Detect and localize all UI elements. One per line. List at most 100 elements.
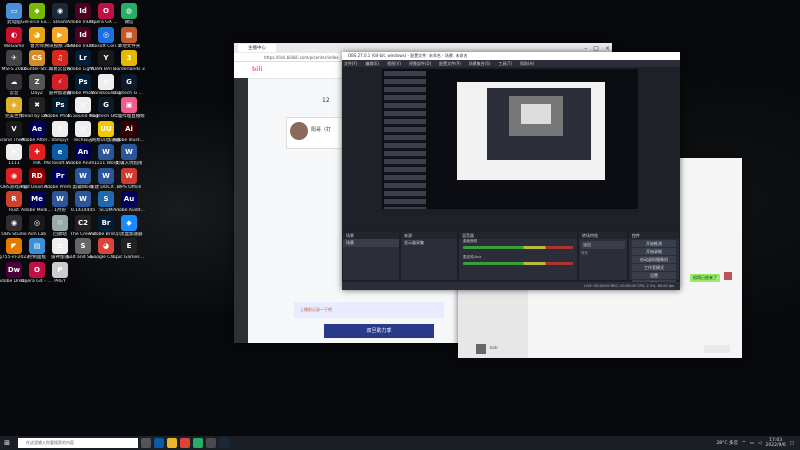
desktop-icon[interactable]: Au Adobe Audit...	[113, 191, 145, 215]
app-icon: ▦	[121, 26, 137, 43]
app-icon: C2	[75, 214, 91, 231]
wechat-taskbar-icon[interactable]	[193, 438, 203, 448]
scenes-panel[interactable]: 场景 场景	[342, 231, 400, 281]
close-icon[interactable]: ×	[605, 45, 610, 52]
desktop-icon[interactable]: ◍ 微信	[117, 3, 141, 27]
volume-meter-2[interactable]	[463, 262, 573, 265]
clock[interactable]: 17:03 2022/9/6	[766, 438, 786, 448]
notification-icon[interactable]: ▢	[790, 441, 794, 446]
desktop-icon-label: Adobe Illustrat...	[113, 137, 145, 143]
obs-menu-item[interactable]: 场景集合(S)	[469, 61, 491, 66]
chrome-taskbar-icon[interactable]	[180, 438, 190, 448]
live-banner: 上播前记录一下吧	[294, 302, 444, 318]
desktop-icon[interactable]: ▦ 本地文件夹	[117, 26, 141, 51]
obs-window[interactable]: OBS 27.0.1 (64-bit, windows) - 配置文件: 未命名…	[342, 52, 680, 290]
obs-control-button[interactable]: 工作室模式	[632, 264, 676, 271]
obs-preview[interactable]	[382, 69, 638, 215]
app-icon: Ps	[75, 73, 91, 90]
app-icon: S	[98, 191, 114, 207]
app-icon: G	[98, 97, 114, 113]
app-icon: ✈	[6, 50, 22, 66]
desktop-icon[interactable]: ◆ 小黑盒加速器	[116, 214, 143, 239]
minimize-icon[interactable]: –	[584, 45, 587, 52]
desktop-icon[interactable]: 3 Borderlands 3	[113, 50, 145, 74]
app-icon: Dw	[6, 261, 22, 278]
desktop-icon[interactable]: P PREY	[48, 261, 72, 286]
app-icon: G	[121, 73, 137, 90]
app-icon: ▤	[29, 238, 45, 254]
app-icon: ◆	[29, 3, 45, 19]
maximize-icon[interactable]: □	[593, 45, 599, 52]
app-icon: Ps	[52, 97, 68, 113]
obs-taskbar-icon[interactable]	[206, 438, 216, 448]
obs-menu-item[interactable]: 编辑(E)	[365, 61, 379, 66]
app-icon: UU	[98, 120, 114, 137]
app-icon: An	[75, 144, 91, 160]
explorer-taskbar-icon[interactable]	[167, 438, 177, 448]
app-icon: O	[98, 3, 114, 19]
app-icon: Ai	[121, 120, 137, 137]
edge-taskbar-icon[interactable]	[154, 438, 164, 448]
app-icon: P	[52, 261, 68, 278]
chat-contact-row[interactable]: bob	[476, 343, 528, 355]
app-icon: RD	[29, 167, 45, 184]
app-icon: ◈	[6, 97, 22, 113]
obs-menu-item[interactable]: 工具(T)	[498, 61, 512, 66]
chat-avatar	[724, 272, 732, 280]
browser-tab[interactable]: 主播中心	[238, 44, 276, 52]
obs-control-button[interactable]: 开始录制	[632, 248, 676, 255]
desktop-icon[interactable]: ▣ 哔哩哔哩直播姬	[113, 97, 145, 121]
obs-control-button[interactable]: 开始推流	[632, 240, 676, 247]
search-placeholder: 在这里输入你要搜索的内容	[26, 440, 74, 445]
obs-control-button[interactable]: 启动虚拟摄像机	[632, 256, 676, 263]
streamer-card: 阳哥（打	[286, 117, 348, 149]
app-icon: Id	[75, 3, 91, 19]
app-icon: ◎	[29, 214, 45, 231]
app-icon: ✚	[29, 144, 45, 160]
app-icon: ≡	[98, 73, 114, 90]
obs-menubar[interactable]: 文件(F) 编辑(E) 视图(V) 停靠部件(D) 配置文件(P) 场景集合(S) 工具(T…	[342, 60, 680, 67]
app-icon: Me	[29, 191, 45, 207]
transitions-panel[interactable]: 转场特效 淡出 时长	[578, 231, 628, 281]
desktop-icon-label: Adobe Audit...	[113, 208, 145, 213]
obs-menu-item[interactable]: 视图(V)	[387, 61, 401, 66]
app-icon: Id	[75, 26, 91, 43]
chevron-up-icon[interactable]: ^	[742, 441, 746, 446]
volume-meter-1[interactable]	[463, 246, 573, 249]
desktop-icon[interactable]: AiAdobe Illustrat...	[113, 120, 145, 145]
start-button[interactable]: ⊞	[0, 436, 14, 450]
app-icon: R	[6, 191, 22, 207]
obs-menu-item[interactable]: 停靠部件(D)	[409, 61, 431, 66]
desktop-icon[interactable]: G Logitech G HUB	[113, 73, 145, 98]
app-icon: ◕	[98, 238, 114, 254]
volume-icon[interactable]: ◁	[758, 441, 761, 446]
obs-menu-item[interactable]: 文件(F)	[344, 61, 357, 66]
weather-widget[interactable]: 28°C 多云	[716, 440, 738, 446]
source-item[interactable]: 显示器采集	[401, 239, 457, 247]
app-icon: ◉	[6, 167, 22, 184]
send-button[interactable]	[704, 345, 730, 353]
desktop-icon[interactable]: W 剪辑入坑指南	[116, 144, 143, 168]
app-icon: ≡	[6, 144, 22, 160]
desktop-icon-label: 小黑盒加速器	[115, 231, 143, 237]
desktop-icon-label: 哔哩哔哩直播姬	[113, 114, 145, 119]
task-view-icon[interactable]	[141, 438, 151, 448]
obs-titlebar[interactable]: OBS 27.0.1 (64-bit, windows) - 配置文件: 未命名…	[342, 52, 680, 60]
obs-menu-item[interactable]: 帮助(H)	[520, 61, 534, 66]
transition-select[interactable]: 淡出	[581, 241, 625, 249]
steam-taskbar-icon[interactable]	[219, 438, 229, 448]
search-box[interactable]: 在这里输入你要搜索的内容	[18, 438, 138, 448]
obs-menu-item[interactable]: 配置文件(P)	[439, 61, 461, 66]
system-tray: 28°C 多云 ^ ▭ ◁ 17:03 2022/9/6 ▢	[716, 436, 794, 450]
scene-item[interactable]: 场景	[343, 239, 399, 247]
app-icon: ◎	[98, 26, 114, 43]
desktop-icon[interactable]: EEpic Games Launcher	[113, 238, 145, 262]
app-icon: CS	[29, 50, 45, 66]
desktop-icon[interactable]: W WPS Office	[117, 167, 141, 192]
app-icon: W	[75, 167, 91, 184]
mixer-panel[interactable]: 混音器 桌面音频 麦克风/Aux	[458, 231, 578, 281]
sources-panel[interactable]: 来源 显示器采集	[400, 231, 458, 281]
preview-desktop-capture	[382, 69, 638, 215]
obs-control-button[interactable]: 设置	[632, 272, 676, 279]
network-icon[interactable]: ▭	[750, 441, 754, 446]
